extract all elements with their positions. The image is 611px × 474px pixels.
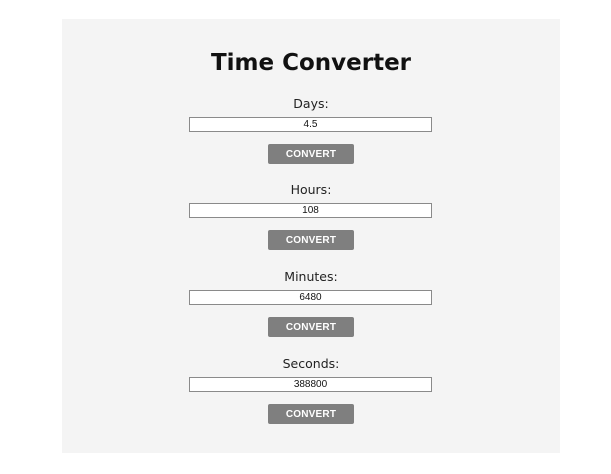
seconds-input[interactable] [189,377,432,392]
seconds-label: Seconds: [282,356,340,371]
converter-card: Time Converter Days: CONVERT Hours: CONV… [62,19,560,453]
page-title: Time Converter [210,50,412,76]
days-label: Days: [293,96,329,111]
minutes-section: Minutes: CONVERT [62,269,560,349]
hours-section: Hours: CONVERT [62,182,560,262]
days-input[interactable] [189,117,432,132]
convert-days-button[interactable]: CONVERT [268,144,354,164]
hours-label: Hours: [290,182,332,197]
convert-minutes-button[interactable]: CONVERT [268,317,354,337]
hours-input[interactable] [189,203,432,218]
convert-seconds-button[interactable]: CONVERT [268,404,354,424]
minutes-input[interactable] [189,290,432,305]
days-section: Days: CONVERT [62,96,560,176]
seconds-section: Seconds: CONVERT [62,356,560,436]
convert-hours-button[interactable]: CONVERT [268,230,354,250]
minutes-label: Minutes: [284,269,338,284]
